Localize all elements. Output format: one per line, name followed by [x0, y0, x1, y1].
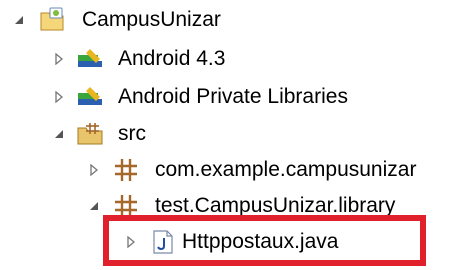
library-icon — [76, 45, 104, 73]
tree-item-label: CampusUnizar — [82, 8, 221, 31]
collapsed-arrow-icon[interactable] — [52, 79, 66, 115]
tree-item-label: com.example.campusunizar — [155, 158, 417, 181]
expanded-arrow-icon[interactable] — [52, 116, 66, 152]
tree-item-android-4-3[interactable]: Android 4.3 — [0, 41, 455, 77]
tree-item-src[interactable]: src — [0, 116, 455, 152]
collapsed-arrow-icon[interactable] — [87, 152, 101, 188]
package-icon — [112, 156, 140, 184]
source-folder-icon — [76, 120, 104, 148]
library-icon — [76, 83, 104, 111]
expanded-arrow-icon[interactable] — [12, 2, 26, 38]
collapsed-arrow-icon[interactable] — [52, 41, 66, 77]
project-explorer-tree: CampusUnizar Android 4.3 Android Private… — [0, 0, 455, 270]
tree-item-label: Android 4.3 — [118, 47, 226, 70]
tree-item-campusunizar[interactable]: CampusUnizar — [0, 2, 455, 38]
android-project-icon — [38, 6, 66, 34]
tree-item-package-com-example[interactable]: com.example.campusunizar — [0, 152, 455, 188]
highlight-box — [103, 215, 426, 266]
tree-item-label: Android Private Libraries — [118, 85, 348, 108]
tree-item-label: src — [118, 122, 146, 145]
expanded-arrow-icon[interactable] — [87, 188, 101, 224]
tree-item-android-private-libraries[interactable]: Android Private Libraries — [0, 79, 455, 115]
